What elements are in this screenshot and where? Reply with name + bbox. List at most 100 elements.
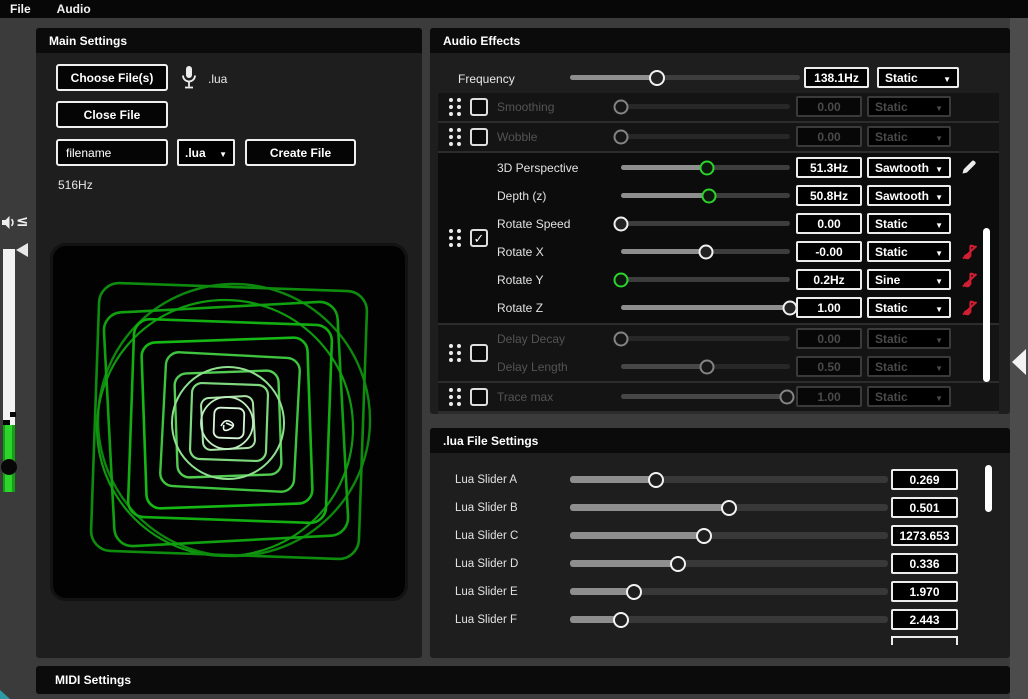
effect-checkbox[interactable] bbox=[470, 388, 488, 406]
oscilloscope-screen[interactable] bbox=[50, 243, 408, 601]
slider-thumb[interactable] bbox=[649, 70, 665, 86]
effect-slider[interactable] bbox=[621, 165, 790, 170]
edit-pencil-icon[interactable] bbox=[960, 158, 978, 176]
effect-slider[interactable] bbox=[621, 394, 790, 399]
effect-slider[interactable] bbox=[621, 277, 790, 282]
effect-slider[interactable] bbox=[621, 305, 790, 310]
slider-thumb[interactable] bbox=[614, 129, 629, 144]
midi-learn-icon[interactable] bbox=[962, 298, 978, 318]
effect-type-dropdown[interactable]: Static bbox=[867, 328, 951, 349]
effect-value[interactable]: 0.00 bbox=[796, 213, 862, 234]
effect-value[interactable]: 0.2Hz bbox=[796, 269, 862, 290]
lua-slider[interactable] bbox=[570, 532, 888, 539]
slider-thumb[interactable] bbox=[613, 612, 629, 628]
close-file-button[interactable]: Close File bbox=[56, 101, 168, 128]
drag-handle-icon[interactable] bbox=[449, 388, 461, 406]
effect-type-dropdown[interactable]: Static bbox=[867, 126, 951, 147]
lua-slider[interactable] bbox=[570, 476, 888, 483]
effect-type-dropdown[interactable]: Static bbox=[867, 96, 951, 117]
lua-scrollbar[interactable] bbox=[985, 465, 992, 512]
volume-marker-icon[interactable] bbox=[16, 243, 28, 257]
midi-settings-header[interactable]: MIDI Settings bbox=[36, 666, 1010, 694]
frequency-type-dropdown[interactable]: Static bbox=[877, 67, 959, 88]
lua-slider-value[interactable]: 0.336 bbox=[891, 553, 958, 574]
effect-type-dropdown[interactable]: Static bbox=[867, 386, 951, 407]
effect-slider[interactable] bbox=[621, 249, 790, 254]
lua-slider-value[interactable]: 2.443 bbox=[891, 609, 958, 630]
effect-type-dropdown[interactable]: Sine bbox=[867, 269, 951, 290]
effect-type-dropdown[interactable]: Sawtooth bbox=[867, 157, 951, 178]
slider-thumb[interactable] bbox=[614, 331, 629, 346]
effect-value[interactable]: 0.00 bbox=[796, 96, 862, 117]
effect-slider[interactable] bbox=[621, 221, 790, 226]
lua-file-settings-header[interactable]: .lua File Settings bbox=[430, 428, 1010, 453]
drag-handle-icon[interactable] bbox=[449, 344, 461, 362]
lua-slider[interactable] bbox=[570, 616, 888, 623]
extension-dropdown[interactable]: .lua bbox=[177, 139, 235, 166]
lua-slider-value[interactable]: 0.269 bbox=[891, 469, 958, 490]
menu-audio[interactable]: Audio bbox=[57, 2, 91, 16]
lua-slider-value[interactable]: 1273.653 bbox=[891, 525, 958, 546]
filename-input[interactable] bbox=[56, 139, 168, 166]
effect-slider[interactable] bbox=[621, 134, 790, 139]
effect-slider[interactable] bbox=[621, 364, 790, 369]
effect-type-dropdown[interactable]: Static bbox=[867, 297, 951, 318]
slider-thumb[interactable] bbox=[626, 584, 642, 600]
effect-slider[interactable] bbox=[621, 193, 790, 198]
effect-slider[interactable] bbox=[621, 104, 790, 109]
slider-thumb[interactable] bbox=[614, 99, 629, 114]
slider-thumb[interactable] bbox=[670, 556, 686, 572]
slider-thumb[interactable] bbox=[779, 389, 794, 404]
slider-thumb[interactable] bbox=[700, 160, 715, 175]
lua-slider[interactable] bbox=[570, 560, 888, 567]
slider-thumb[interactable] bbox=[648, 472, 664, 488]
audio-effects-header[interactable]: Audio Effects bbox=[430, 28, 1010, 53]
drag-handle-icon[interactable] bbox=[449, 128, 461, 146]
effect-value[interactable]: 51.3Hz bbox=[796, 157, 862, 178]
lua-slider-value[interactable]: 0.501 bbox=[891, 497, 958, 518]
collapse-panel-arrow-icon[interactable] bbox=[1012, 349, 1026, 375]
slider-thumb[interactable] bbox=[701, 188, 716, 203]
effect-checkbox[interactable] bbox=[470, 128, 488, 146]
effect-slider[interactable] bbox=[621, 336, 790, 341]
volume-slider[interactable] bbox=[3, 249, 15, 492]
effect-label: Rotate Speed bbox=[497, 217, 570, 231]
main-settings-header[interactable]: Main Settings bbox=[36, 28, 422, 53]
midi-learn-icon[interactable] bbox=[962, 242, 978, 262]
menu-file[interactable]: File bbox=[10, 2, 31, 16]
effect-checkbox[interactable] bbox=[470, 98, 488, 116]
slider-thumb[interactable] bbox=[700, 359, 715, 374]
effect-value[interactable]: 0.50 bbox=[796, 356, 862, 377]
slider-thumb[interactable] bbox=[614, 272, 629, 287]
midi-learn-icon[interactable] bbox=[962, 270, 978, 290]
lua-slider[interactable] bbox=[570, 588, 888, 595]
effect-type-dropdown[interactable]: Static bbox=[867, 213, 951, 234]
effect-value[interactable]: -0.00 bbox=[796, 241, 862, 262]
effect-checkbox[interactable] bbox=[470, 229, 488, 247]
slider-thumb[interactable] bbox=[721, 500, 737, 516]
effect-value[interactable]: 50.8Hz bbox=[796, 185, 862, 206]
effect-checkbox[interactable] bbox=[470, 344, 488, 362]
effect-value[interactable]: 1.00 bbox=[796, 386, 862, 407]
effect-value[interactable]: 1.00 bbox=[796, 297, 862, 318]
choose-file-button[interactable]: Choose File(s) bbox=[56, 64, 168, 91]
drag-handle-icon[interactable] bbox=[449, 98, 461, 116]
lua-slider[interactable] bbox=[570, 504, 888, 511]
lua-slider-row: Lua Slider F 2.443 bbox=[430, 606, 1010, 634]
frequency-value[interactable]: 138.1Hz bbox=[804, 67, 869, 88]
effects-scrollbar[interactable] bbox=[983, 228, 990, 382]
volume-knob[interactable] bbox=[1, 459, 17, 475]
effect-row: Rotate Y 0.2Hz Sine bbox=[494, 266, 999, 294]
frequency-slider[interactable] bbox=[570, 75, 800, 80]
slider-thumb[interactable] bbox=[614, 216, 629, 231]
slider-thumb[interactable] bbox=[698, 244, 713, 259]
effect-type-dropdown[interactable]: Static bbox=[867, 356, 951, 377]
create-file-button[interactable]: Create File bbox=[245, 139, 356, 166]
effect-value[interactable]: 0.00 bbox=[796, 328, 862, 349]
effect-value[interactable]: 0.00 bbox=[796, 126, 862, 147]
slider-thumb[interactable] bbox=[696, 528, 712, 544]
effect-type-dropdown[interactable]: Sawtooth bbox=[867, 185, 951, 206]
effect-type-dropdown[interactable]: Static bbox=[867, 241, 951, 262]
drag-handle-icon[interactable] bbox=[449, 229, 461, 247]
lua-slider-value[interactable]: 1.970 bbox=[891, 581, 958, 602]
